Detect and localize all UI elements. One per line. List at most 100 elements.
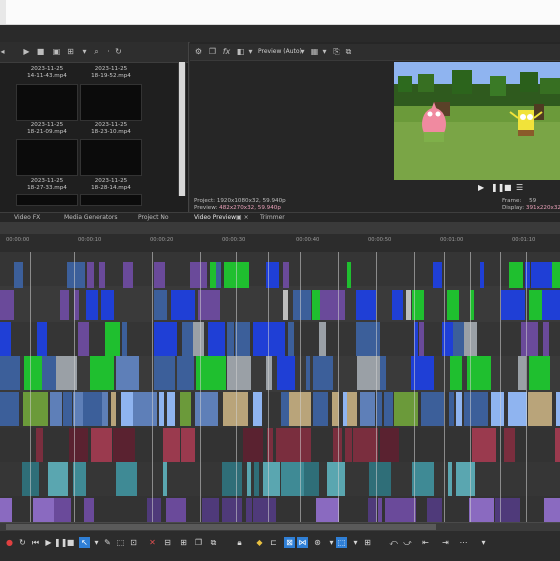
timeline-clip[interactable] [222, 462, 242, 496]
timeline-clip[interactable] [102, 392, 108, 426]
pause-icon[interactable]: ❚❚ [54, 537, 67, 548]
delete-icon[interactable]: ✕ [147, 537, 158, 548]
thumb-name[interactable]: 14-11-43.mp4 [14, 73, 80, 80]
timeline-clip[interactable] [246, 498, 252, 522]
trim-icon[interactable]: ⊟ [162, 537, 173, 548]
chevron-down-icon[interactable]: ▾ [246, 47, 255, 56]
timeline-clip[interactable] [177, 356, 194, 390]
timeline-clip[interactable] [319, 356, 333, 390]
timeline-clip[interactable] [450, 356, 462, 390]
timeline-clip[interactable] [87, 262, 94, 288]
timeline-clip[interactable] [223, 392, 242, 426]
timeline-clip[interactable] [105, 322, 120, 356]
timeline-clip[interactable] [456, 462, 475, 496]
timeline-clip[interactable] [190, 262, 207, 288]
timeline-clip[interactable] [529, 290, 542, 320]
timeline-clip[interactable] [353, 428, 378, 462]
timeline-clip[interactable] [453, 322, 464, 356]
record-icon[interactable]: ● [4, 537, 15, 548]
tab-video-fx[interactable]: Video FX [14, 214, 40, 221]
timeline-clip[interactable] [242, 392, 248, 426]
media-thumbnail[interactable] [80, 84, 142, 121]
timeline-clip[interactable] [254, 462, 259, 496]
timeline-clip[interactable] [419, 322, 424, 356]
timeline-clip[interactable] [83, 392, 102, 426]
timeline-clip[interactable] [195, 392, 218, 426]
timeline-clip[interactable] [0, 356, 20, 390]
timeline-ruler[interactable]: 00:00:00 00:00:10 00:00:20 00:00:30 00:0… [0, 234, 560, 253]
copy-icon[interactable]: ❐ [193, 537, 204, 548]
paste-icon[interactable]: ⧉ [208, 537, 219, 548]
thumb-name[interactable]: 18-27-33.mp4 [14, 185, 80, 192]
grid-view-icon[interactable]: ⊞ [66, 47, 75, 56]
timeline-clip[interactable] [542, 290, 560, 320]
timeline-clip[interactable] [227, 322, 234, 356]
chevron-down-icon[interactable]: ▾ [298, 47, 307, 56]
timeline-clip[interactable] [518, 356, 526, 390]
timeline-clip[interactable] [392, 290, 403, 320]
timeline-clip[interactable] [208, 322, 225, 356]
timeline-clip[interactable] [509, 262, 523, 288]
timeline-clip[interactable] [247, 462, 251, 496]
stop-icon[interactable]: ■ [65, 537, 76, 548]
timeline-clip[interactable] [163, 462, 167, 496]
timeline-clip[interactable] [312, 290, 320, 320]
play-from-start-icon[interactable]: ⏮ [30, 537, 41, 548]
timeline-clip[interactable] [508, 392, 527, 426]
timeline-clip[interactable] [154, 322, 177, 356]
timeline-clip[interactable] [167, 392, 175, 426]
timeline-clip[interactable] [281, 392, 289, 426]
timeline-clip[interactable] [36, 428, 43, 462]
chevron-down-icon[interactable]: ▾ [478, 537, 489, 548]
timeline-clip[interactable] [147, 498, 161, 522]
timeline-clip[interactable] [253, 498, 276, 522]
timeline-clip[interactable] [277, 356, 295, 390]
selection-tool-icon[interactable]: ⬚ [115, 537, 126, 548]
timeline-clip[interactable] [266, 356, 272, 390]
timeline-clip[interactable] [320, 290, 345, 320]
chevron-down-icon[interactable]: ▾ [350, 537, 361, 548]
go-to-end-icon[interactable]: ⇥ [440, 537, 451, 548]
play-icon[interactable]: ▶ [43, 537, 54, 548]
snapping-icon[interactable]: ⊠ [284, 537, 295, 548]
timeline-clip[interactable] [469, 498, 494, 522]
timeline-clip[interactable] [347, 262, 351, 288]
timeline-clip[interactable] [521, 322, 538, 356]
add-media-icon[interactable]: ▣ [52, 47, 61, 56]
event-pan-crop-icon[interactable]: ⬚ [336, 537, 347, 548]
timeline-clip[interactable] [316, 498, 339, 522]
media-thumbnail[interactable] [16, 194, 78, 206]
region-icon[interactable]: ⊏ [268, 537, 279, 548]
timeline-clip[interactable] [447, 290, 459, 320]
timeline-clip[interactable] [42, 356, 56, 390]
timeline-clip[interactable] [54, 498, 71, 522]
timeline-clip[interactable] [99, 262, 105, 288]
timeline-clip[interactable] [111, 392, 116, 426]
timeline-clip[interactable] [531, 262, 552, 288]
timeline-clip[interactable] [327, 462, 345, 496]
timeline-clip[interactable] [116, 462, 137, 496]
settings-icon[interactable]: ⚙ [194, 47, 203, 56]
timeline-clip[interactable] [283, 290, 288, 320]
group-icon[interactable]: ⊞ [362, 537, 373, 548]
timeline-clip[interactable] [271, 322, 285, 356]
timeline-clip[interactable] [63, 392, 72, 426]
timeline-clip[interactable] [360, 392, 375, 426]
timeline-clip[interactable] [159, 392, 164, 426]
chevron-down-icon[interactable]: ▾ [320, 47, 329, 56]
timeline-clip[interactable] [249, 428, 263, 462]
timeline-clip[interactable] [91, 428, 112, 462]
normal-edit-tool-icon[interactable]: ↖ [79, 537, 90, 548]
timeline-clip[interactable] [369, 462, 391, 496]
thumb-name[interactable]: 18-19-52.mp4 [78, 73, 144, 80]
timeline-clip[interactable] [67, 262, 85, 288]
timeline-clip[interactable] [421, 392, 444, 426]
timeline-clip[interactable] [456, 392, 462, 426]
timeline-clip[interactable] [544, 498, 560, 522]
timeline-clip[interactable] [216, 262, 221, 288]
timeline-clip[interactable] [50, 392, 62, 426]
media-thumbnail[interactable] [16, 84, 78, 121]
timeline-clip[interactable] [60, 290, 69, 320]
chevron-down-icon[interactable]: ▾ [91, 537, 102, 548]
timeline-clip[interactable] [0, 290, 14, 320]
